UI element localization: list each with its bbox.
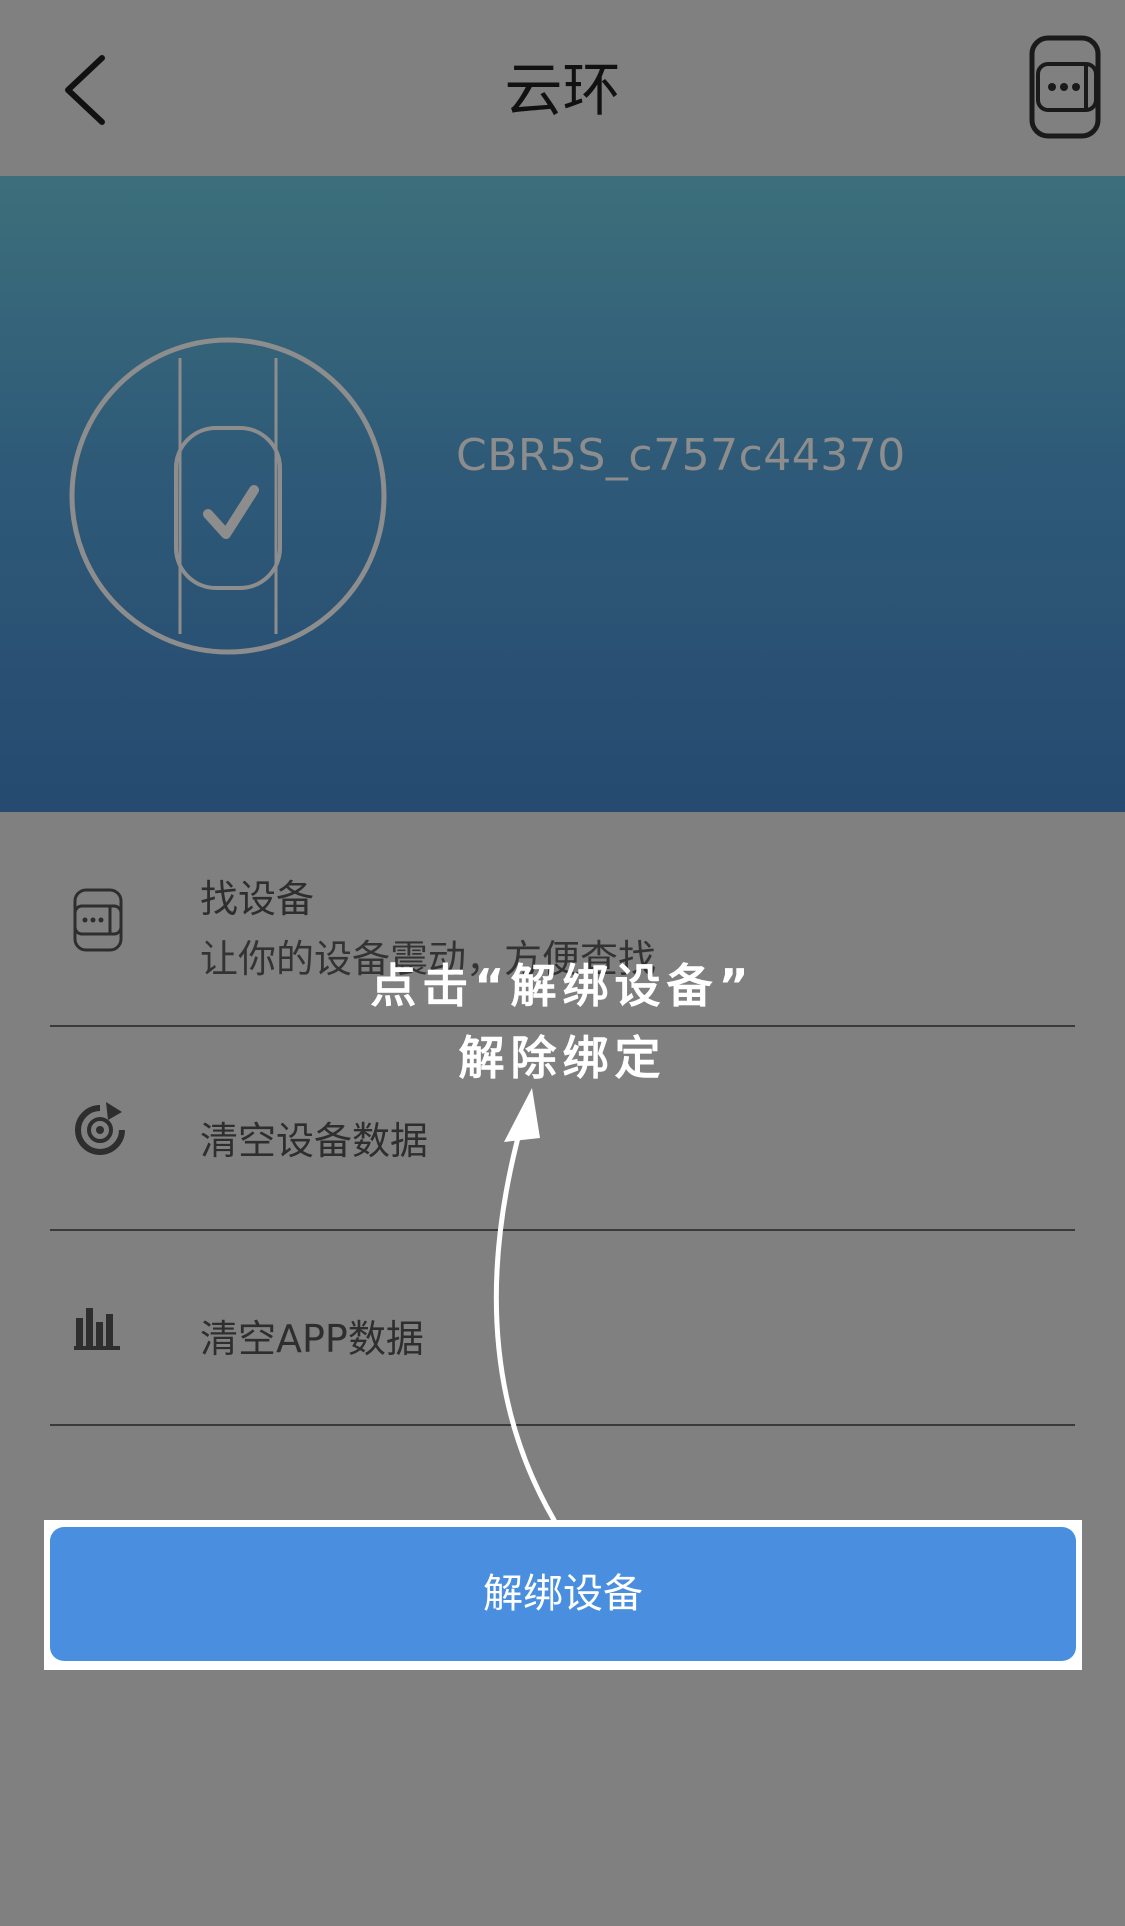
clear-app-data-label: 清空APP数据	[200, 1317, 424, 1361]
unbind-device-button[interactable]: 解绑设备	[50, 1527, 1076, 1661]
tutorial-arrow-icon	[493, 1088, 557, 1523]
device-header: CBR5S_c757c44370	[0, 176, 1125, 812]
tutorial-instruction-line2: 解除绑定	[458, 1031, 667, 1085]
bar-chart-icon	[74, 1304, 122, 1356]
band-menu-button[interactable]	[1026, 34, 1108, 140]
device-avatar	[68, 336, 388, 656]
nav-bar: 云环	[0, 0, 1125, 176]
find-device-label: 找设备	[200, 877, 315, 921]
band-find-icon	[72, 888, 124, 956]
device-name: CBR5S_c757c44370	[456, 430, 906, 481]
clear-device-data-label: 清空设备数据	[200, 1119, 429, 1163]
page-title: 云环	[504, 56, 621, 124]
tutorial-instruction-line1: 点击“解绑设备”	[370, 959, 755, 1013]
band-connected-check-icon	[69, 337, 387, 655]
band-more-icon	[1029, 35, 1101, 139]
clear-refresh-icon	[72, 1102, 128, 1162]
